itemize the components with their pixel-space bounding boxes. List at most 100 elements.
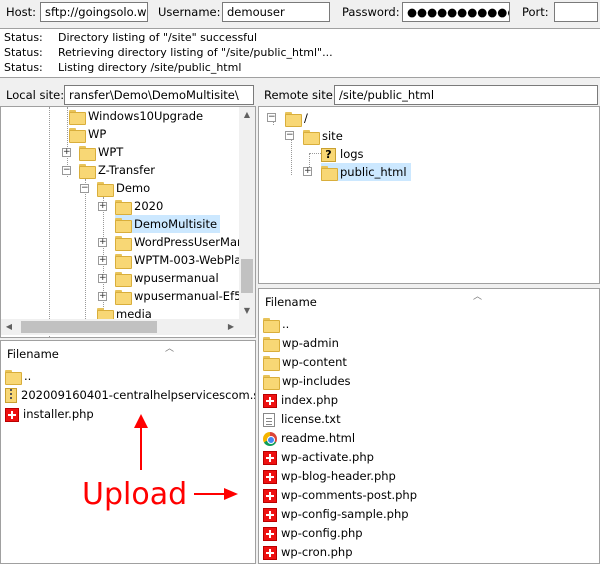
local-site-bar: Local site: ransfer\Demo\DemoMultisite\ (0, 84, 256, 106)
message-log: Status: Directory listing of "/site" succ… (0, 28, 600, 78)
folder-icon (115, 254, 132, 269)
port-input[interactable] (554, 2, 598, 22)
host-label: Host: (6, 5, 37, 19)
local-tree-node[interactable]: WP (69, 125, 106, 143)
folder-icon (263, 337, 280, 352)
local-filename-column-header[interactable]: Filename (1, 344, 251, 364)
folder-icon (115, 272, 132, 287)
expand-icon[interactable]: + (98, 202, 107, 211)
local-tree-node[interactable]: WPTM-003-WebPla (115, 251, 241, 269)
list-item[interactable]: wp-config-sample.php (263, 505, 409, 524)
local-tree-node[interactable]: Z-Transfer (79, 161, 155, 179)
local-tree-vertical-scrollbar[interactable]: ▲ ▼ (239, 107, 255, 319)
password-input[interactable]: ●●●●●●●●●●●●● (402, 2, 510, 22)
folder-icon (5, 370, 22, 385)
quickconnect-bar: Host: sftp://goingsolo.wp Username: demo… (0, 0, 600, 26)
local-tree-node[interactable]: Demo (97, 179, 150, 197)
list-item[interactable]: wp-config.php (263, 524, 363, 543)
remote-tree-node[interactable]: site (303, 127, 343, 145)
local-tree-node[interactable]: WordPressUserMan (115, 233, 244, 251)
right-arrow-head-icon (224, 488, 238, 500)
expand-icon[interactable]: + (98, 238, 107, 247)
list-item[interactable]: wp-comments-post.php (263, 486, 417, 505)
username-label: Username: (158, 5, 221, 19)
php-icon (263, 393, 277, 408)
collapse-icon[interactable]: − (285, 131, 294, 140)
folder-icon (69, 110, 86, 125)
remote-filename-column-header[interactable]: Filename (259, 292, 595, 312)
php-icon (263, 545, 277, 560)
list-item[interactable]: license.txt (263, 410, 341, 429)
log-row: Status: Retrieving directory listing of "… (4, 46, 333, 59)
port-label: Port: (522, 5, 549, 19)
folder-icon (263, 356, 280, 371)
folder-icon (69, 128, 86, 143)
remote-tree-node-selected[interactable]: public_html (321, 163, 411, 181)
list-item[interactable]: wp-cron.php (263, 543, 353, 562)
local-directory-tree: Windows10Upgrade WP + WPT − Z-Transfer −… (0, 106, 256, 338)
list-item[interactable]: wp-activate.php (263, 448, 374, 467)
remote-site-path-input[interactable]: /site/public_html (334, 85, 598, 105)
folder-icon (97, 182, 114, 197)
folder-icon (79, 146, 96, 161)
collapse-icon[interactable]: − (267, 113, 276, 122)
list-item[interactable]: .. (263, 315, 289, 334)
list-item[interactable]: wp-content (263, 353, 347, 372)
host-input[interactable]: sftp://goingsolo.wp (40, 2, 148, 22)
list-item[interactable]: wp-includes (263, 372, 351, 391)
folder-icon (79, 164, 96, 179)
expand-icon[interactable]: + (98, 256, 107, 265)
folder-icon (321, 166, 338, 181)
collapse-icon[interactable]: − (80, 184, 89, 193)
php-icon (263, 469, 277, 484)
local-tree-node[interactable]: Windows10Upgrade (69, 107, 203, 125)
scroll-thumb[interactable] (241, 259, 253, 293)
upload-annotation-label: Upload (82, 477, 188, 512)
local-tree-node[interactable]: 2020 (115, 197, 163, 215)
scroll-up-icon[interactable]: ▲ (239, 107, 255, 123)
local-tree-node[interactable]: WPT (79, 143, 123, 161)
folder-icon (115, 236, 132, 251)
list-item[interactable]: wp-admin (263, 334, 339, 353)
username-input[interactable]: demouser (222, 2, 330, 22)
remote-tree-node[interactable]: / (285, 109, 308, 127)
list-item[interactable]: .. (5, 367, 31, 386)
folder-icon (303, 130, 320, 145)
php-icon (263, 450, 277, 465)
expand-icon[interactable]: + (98, 292, 107, 301)
local-tree-node-selected[interactable]: DemoMultisite (115, 215, 221, 233)
scroll-left-icon[interactable]: ◀ (1, 319, 17, 335)
local-site-path-input[interactable]: ransfer\Demo\DemoMultisite\ (64, 85, 254, 105)
php-icon (5, 407, 19, 422)
expand-icon[interactable]: + (62, 148, 71, 157)
chrome-icon (263, 431, 277, 446)
local-tree-horizontal-scrollbar[interactable]: ◀ ▶ (1, 319, 255, 335)
zip-icon (5, 388, 17, 403)
scroll-down-icon[interactable]: ▼ (239, 303, 255, 319)
scroll-right-icon[interactable]: ▶ (223, 319, 239, 335)
php-icon (263, 488, 277, 503)
scroll-thumb[interactable] (21, 321, 157, 333)
folder-icon (115, 218, 132, 233)
remote-site-bar: Remote site: /site/public_html (258, 84, 600, 106)
expand-icon[interactable]: + (303, 167, 312, 176)
local-site-label: Local site: (6, 88, 65, 102)
list-item[interactable]: 202009160401-centralhelpservicescom.ship (5, 386, 255, 405)
expand-icon[interactable]: + (98, 274, 107, 283)
local-tree-node[interactable]: wpusermanual-Ef5 (115, 287, 241, 305)
remote-tree-node[interactable]: ? logs (321, 145, 364, 163)
password-label: Password: (342, 5, 400, 19)
php-icon (263, 526, 277, 541)
list-item[interactable]: installer.php (5, 405, 94, 424)
local-tree-node[interactable]: wpusermanual (115, 269, 219, 287)
log-row: Status: Listing directory /site/public_ht… (4, 61, 242, 74)
list-item[interactable]: index.php (263, 391, 338, 410)
folder-icon (115, 200, 132, 215)
php-icon (263, 507, 277, 522)
list-item[interactable]: readme.html (263, 429, 355, 448)
text-file-icon (263, 412, 275, 427)
up-arrow-head-icon (134, 414, 148, 428)
collapse-icon[interactable]: − (62, 166, 71, 175)
log-row: Status: Directory listing of "/site" succ… (4, 31, 258, 44)
list-item[interactable]: wp-blog-header.php (263, 467, 396, 486)
